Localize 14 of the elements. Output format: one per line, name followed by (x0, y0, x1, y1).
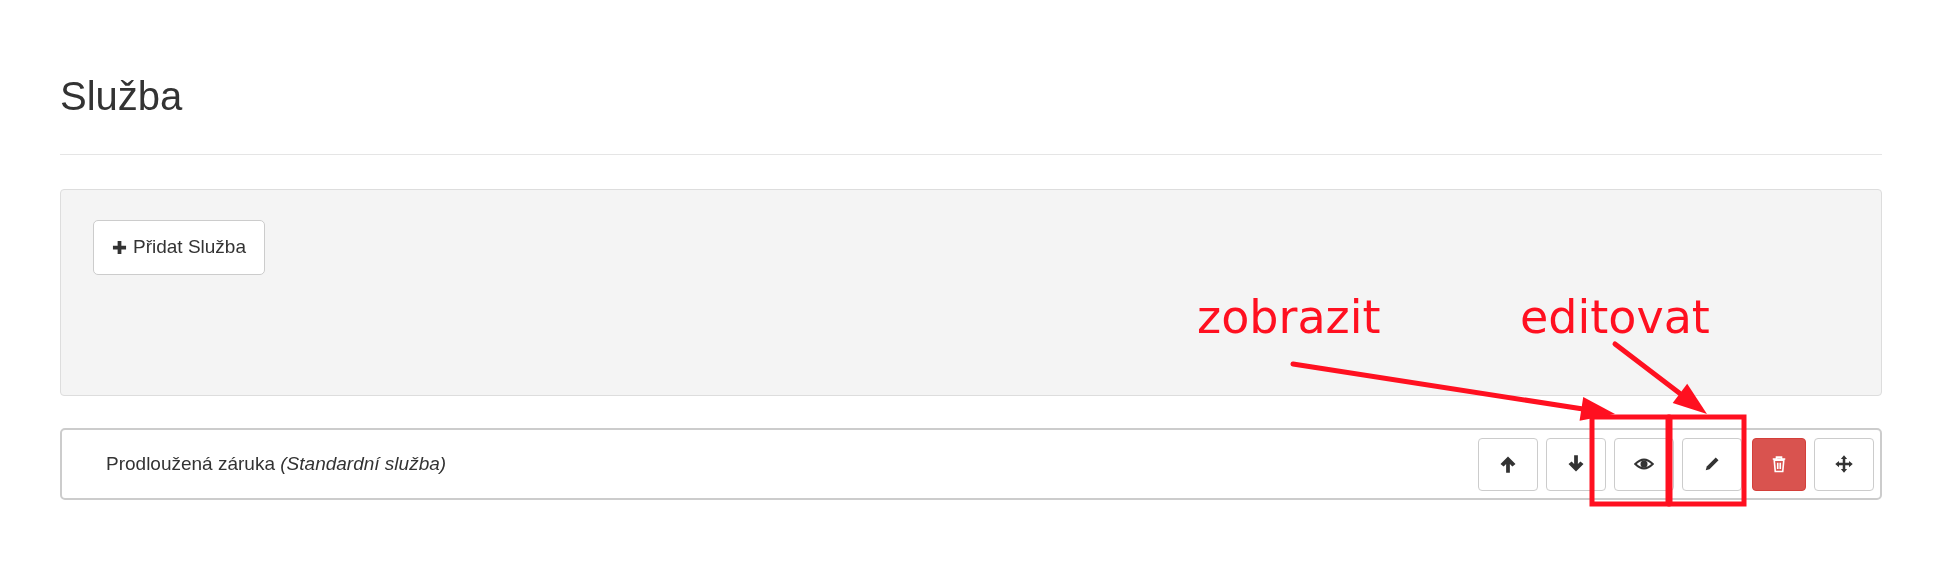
move-button[interactable] (1814, 437, 1874, 491)
down-button[interactable] (1546, 437, 1606, 491)
move-icon (1834, 454, 1854, 474)
up-button[interactable] (1478, 437, 1538, 491)
down-arrow-icon (1566, 454, 1586, 474)
annotation-label: editovat (1520, 292, 1710, 342)
edit-button[interactable] (1682, 437, 1742, 491)
annotation-label: zobrazit (1197, 292, 1381, 342)
delete-button[interactable] (1752, 437, 1806, 491)
plus-icon (112, 240, 127, 255)
item-title: Prodloužená záruka (Standardní služba) (106, 451, 447, 476)
page-heading: Služba (60, 73, 183, 120)
add-button[interactable]: Přidat Služba (93, 220, 265, 275)
up-arrow-icon (1498, 454, 1518, 474)
